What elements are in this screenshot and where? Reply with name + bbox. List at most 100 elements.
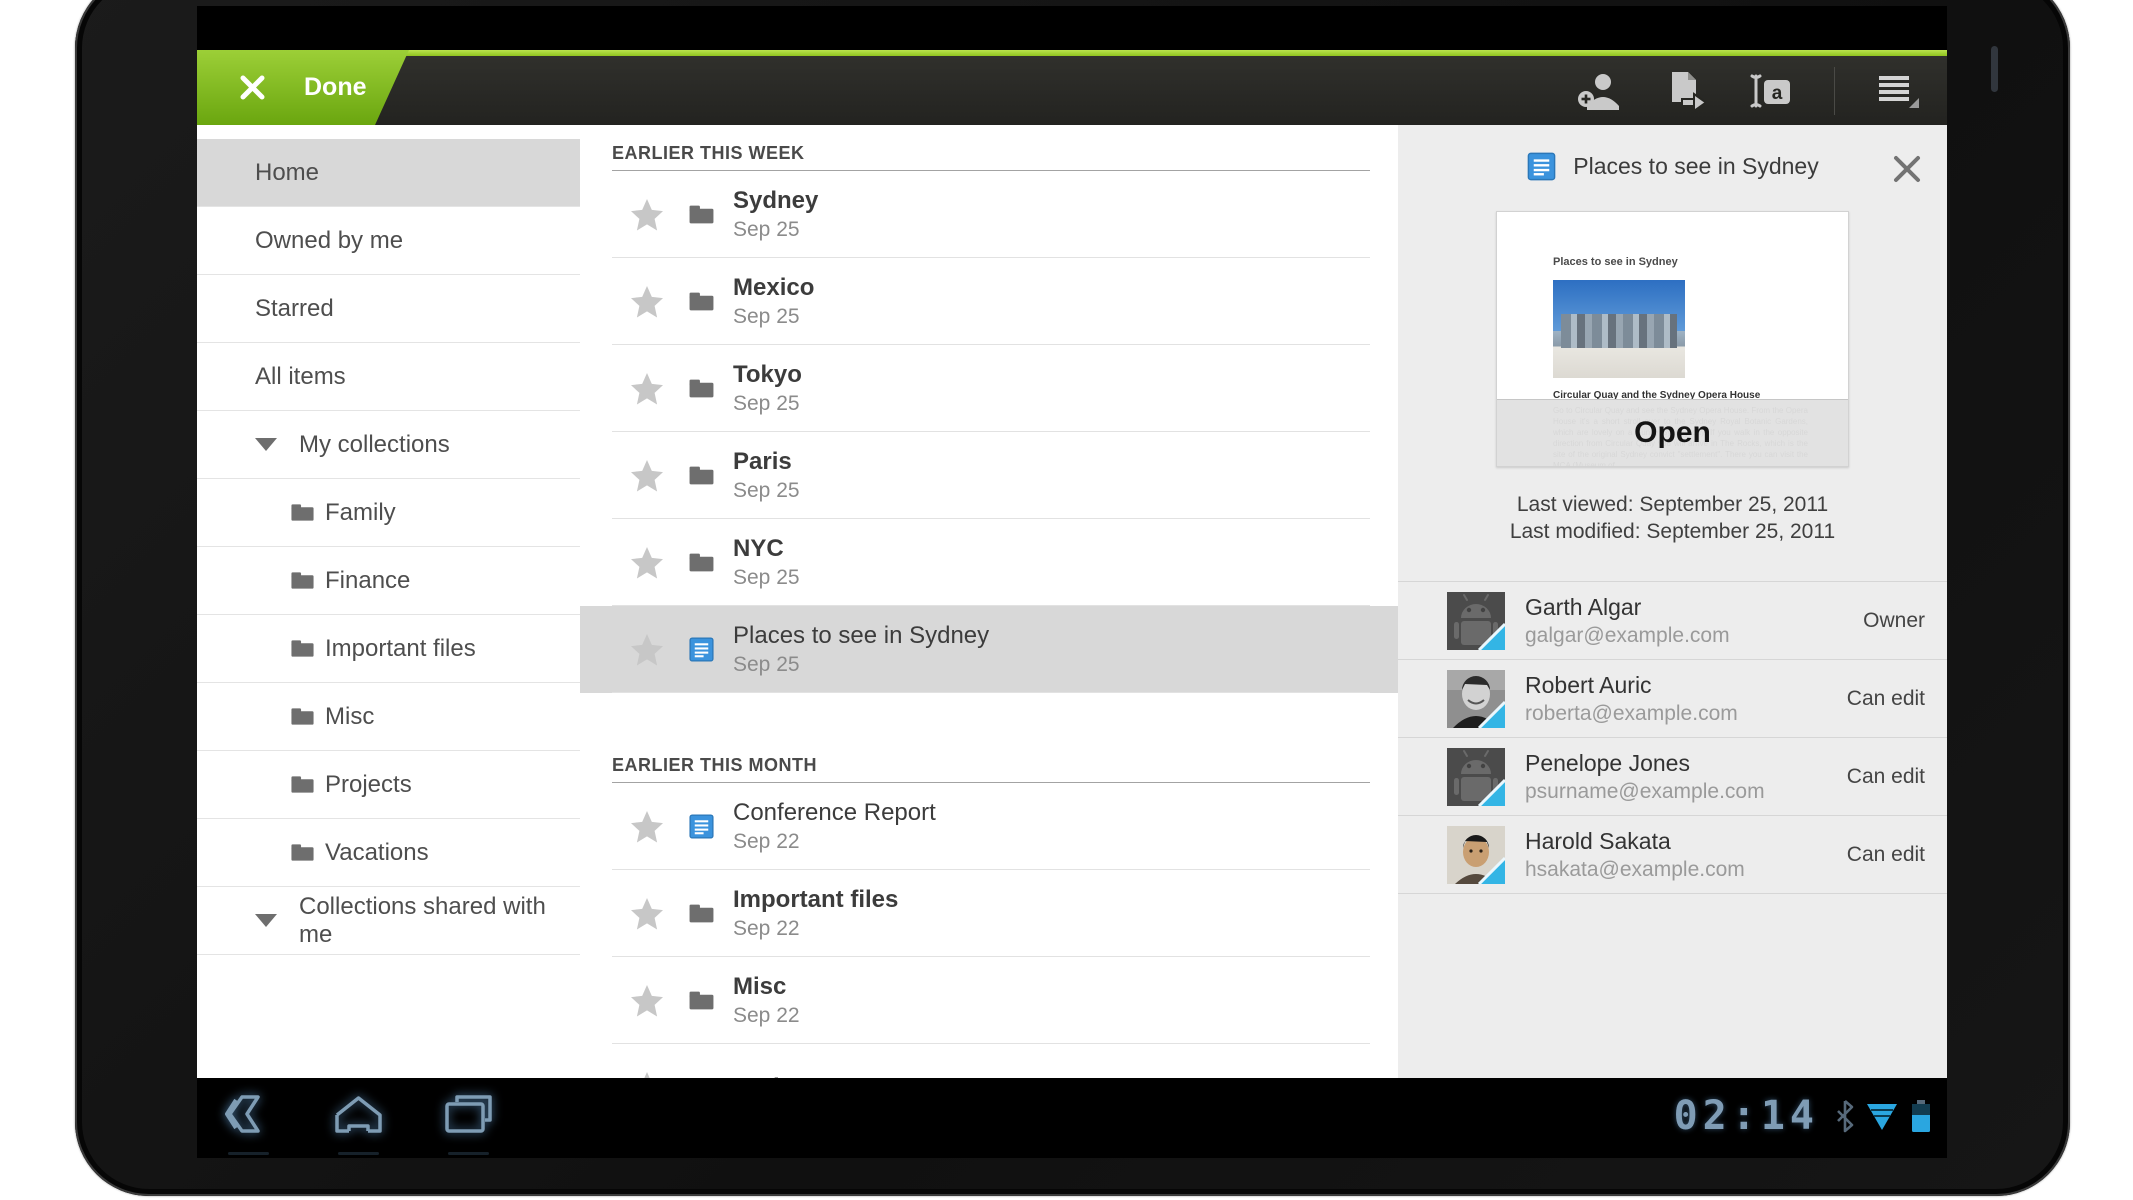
sidebar-item-owned-by-me[interactable]: Owned by me <box>197 207 580 275</box>
svg-text:a: a <box>1772 83 1783 104</box>
collaborator-row-penelope-jones[interactable]: Penelope Jones psurname@example.com Can … <box>1398 738 1947 816</box>
document-icon <box>688 636 715 663</box>
sidebar-item-label: Misc <box>325 703 374 731</box>
item-date: Sep 25 <box>733 651 989 679</box>
collaborator-row-robert-auric[interactable]: Robert Auric roberta@example.com Can edi… <box>1398 660 1947 738</box>
front-camera <box>1991 46 1998 92</box>
list-item-mexico[interactable]: MexicoSep 25 <box>580 258 1398 345</box>
collaborator-name: Penelope Jones <box>1525 749 1765 778</box>
close-panel-button[interactable] <box>1889 151 1925 187</box>
star-icon[interactable] <box>630 285 664 319</box>
folder-icon <box>290 636 315 661</box>
close-icon <box>1891 153 1923 185</box>
sidebar-item-label: Starred <box>255 295 334 323</box>
folder-icon <box>688 462 715 489</box>
star-icon[interactable] <box>630 546 664 580</box>
recent-apps-icon <box>440 1090 497 1138</box>
list-item-paris[interactable]: ParisSep 25 <box>580 432 1398 519</box>
star-icon[interactable] <box>630 633 664 667</box>
section-header: EARLIER THIS WEEK <box>612 125 1370 171</box>
star-icon[interactable] <box>630 897 664 931</box>
sidebar-item-my-collections[interactable]: My collections <box>197 411 580 479</box>
item-date: Sep 22 <box>733 828 936 856</box>
folder-icon <box>290 772 315 797</box>
star-icon[interactable] <box>630 810 664 844</box>
sidebar-item-label: Important files <box>325 635 476 663</box>
sidebar-item-misc[interactable]: Misc <box>197 683 580 751</box>
document-list: EARLIER THIS WEEK SydneySep 25 MexicoSep… <box>580 125 1398 1078</box>
back-icon <box>220 1090 277 1138</box>
folder-icon <box>688 987 715 1014</box>
list-item-important-files[interactable]: Important filesSep 22 <box>580 870 1398 957</box>
list-item-misc[interactable]: MiscSep 22 <box>580 957 1398 1044</box>
sidebar-item-label: Finance <box>325 567 410 595</box>
collaborator-email: hsakata@example.com <box>1525 856 1745 883</box>
collaborator-email: galgar@example.com <box>1525 622 1730 649</box>
screen: Done <box>197 6 1947 1158</box>
done-button-label: Done <box>304 73 367 102</box>
sidebar-item-family[interactable]: Family <box>197 479 580 547</box>
collaborator-email: roberta@example.com <box>1525 700 1738 727</box>
item-title: Tokyo <box>733 360 802 390</box>
avatar <box>1447 826 1505 884</box>
detail-panel: Places to see in Sydney Places to see in… <box>1398 125 1947 1078</box>
item-date: Sep 25 <box>733 216 818 244</box>
list-item-nyc[interactable]: NYCSep 25 <box>580 519 1398 606</box>
list-item-projects-partial[interactable]: Projects <box>580 1044 1398 1078</box>
list-item-conference-report[interactable]: Conference ReportSep 22 <box>580 783 1398 870</box>
sidebar-item-label: Projects <box>325 771 412 799</box>
home-button[interactable] <box>330 1090 387 1138</box>
collaborator-email: psurname@example.com <box>1525 778 1765 805</box>
star-icon[interactable] <box>630 984 664 1018</box>
sidebar-item-starred[interactable]: Starred <box>197 275 580 343</box>
last-modified: Last modified: September 25, 2011 <box>1398 518 1947 545</box>
sidebar-item-vacations[interactable]: Vacations <box>197 819 580 887</box>
list-item-tokyo[interactable]: TokyoSep 25 <box>580 345 1398 432</box>
star-icon[interactable] <box>630 1071 664 1079</box>
collaborator-role: Can edit <box>1847 843 1925 867</box>
sidebar-item-all-items[interactable]: All items <box>197 343 580 411</box>
sidebar-item-important-files[interactable]: Important files <box>197 615 580 683</box>
done-button[interactable]: Done <box>197 50 409 125</box>
sidebar-item-label: Vacations <box>325 839 429 867</box>
share-document-button[interactable] <box>1662 68 1708 114</box>
sidebar-item-label: Family <box>325 499 396 527</box>
collaborator-row-garth-algar[interactable]: Garth Algar galgar@example.com Owner <box>1398 582 1947 660</box>
sidebar-item-label: My collections <box>299 431 450 459</box>
item-title: Misc <box>733 972 800 1002</box>
collaborator-row-harold-sakata[interactable]: Harold Sakata hsakata@example.com Can ed… <box>1398 816 1947 894</box>
add-collaborator-button[interactable] <box>1576 68 1622 114</box>
folder-icon <box>688 549 715 576</box>
list-item-sydney[interactable]: SydneySep 25 <box>580 171 1398 258</box>
detail-header: Places to see in Sydney <box>1398 125 1947 207</box>
chevron-down-icon <box>255 914 277 927</box>
rename-button[interactable]: a <box>1748 68 1794 114</box>
sidebar-item-label: Home <box>255 159 319 187</box>
back-button[interactable] <box>220 1090 277 1138</box>
collaborator-list: Garth Algar galgar@example.com Owner Rob… <box>1398 581 1947 894</box>
open-button[interactable]: Open <box>1497 399 1848 466</box>
recent-apps-button[interactable] <box>440 1090 497 1138</box>
collaborator-name: Garth Algar <box>1525 593 1730 622</box>
last-viewed: Last viewed: September 25, 2011 <box>1398 491 1947 518</box>
collaborator-name: Robert Auric <box>1525 671 1738 700</box>
item-date: Sep 25 <box>733 564 800 592</box>
sidebar-item-collections-shared-with-me[interactable]: Collections shared with me <box>197 887 580 955</box>
overflow-menu-button[interactable] <box>1875 68 1921 114</box>
list-item-places-to-see-in-sydney[interactable]: Places to see in SydneySep 25 <box>580 606 1398 693</box>
star-icon[interactable] <box>630 198 664 232</box>
sidebar-item-label: Collections shared with me <box>299 893 580 949</box>
document-preview-card[interactable]: Places to see in Sydney Circular Quay an… <box>1496 211 1849 467</box>
avatar <box>1447 592 1505 650</box>
star-icon[interactable] <box>630 372 664 406</box>
folder-icon <box>688 201 715 228</box>
action-bar: Done <box>197 50 1947 125</box>
sidebar-item-home[interactable]: Home <box>197 139 580 207</box>
sidebar-item-finance[interactable]: Finance <box>197 547 580 615</box>
sidebar-item-label: All items <box>255 363 346 391</box>
star-icon[interactable] <box>630 459 664 493</box>
item-date: Sep 25 <box>733 390 802 418</box>
content-area: Home Owned by me Starred All items My co… <box>197 125 1947 1078</box>
sidebar-item-projects[interactable]: Projects <box>197 751 580 819</box>
item-title: NYC <box>733 534 800 564</box>
